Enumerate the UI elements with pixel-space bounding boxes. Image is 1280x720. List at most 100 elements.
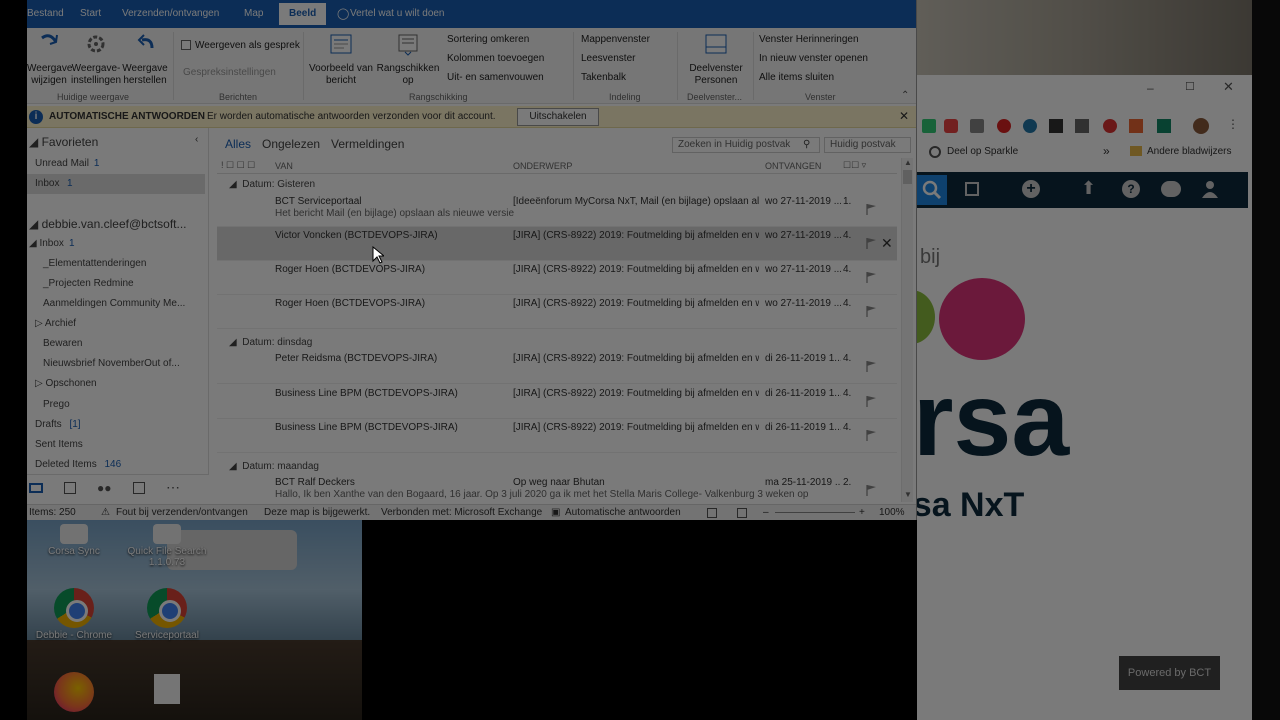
add-columns-button[interactable]: Kolommen toevoegen	[447, 53, 544, 64]
zoom-out-icon[interactable]: –	[763, 507, 769, 518]
flag-icon[interactable]	[865, 305, 877, 317]
flag-icon[interactable]	[865, 429, 877, 441]
table-row[interactable]: BCT Ralf Deckers Op weg naar Bhutan ma 2…	[217, 474, 897, 508]
desktop-icon-corsa-sync[interactable]: Corsa Sync	[29, 524, 119, 557]
reverse-sort-button[interactable]: Sortering omkeren	[447, 34, 529, 45]
table-row[interactable]: Business Line BPM (BCTDEVOPS-JIRA) [JIRA…	[217, 419, 897, 453]
expand-collapse-button[interactable]: Uit- en samenvouwen	[447, 72, 544, 83]
column-subject[interactable]: ONDERWERP	[513, 161, 572, 171]
favorites-header[interactable]: ◢ Favorieten	[29, 135, 98, 149]
collapse-pane-icon[interactable]: ‹	[195, 134, 198, 145]
flag-icon[interactable]	[865, 271, 877, 283]
close-infobar-icon[interactable]: ✕	[899, 109, 909, 123]
reading-view-icon[interactable]	[737, 508, 747, 518]
tab-folder[interactable]: Map	[244, 8, 263, 19]
folder-deleted[interactable]: Deleted Items 146	[35, 459, 121, 470]
reminders-window-button[interactable]: Venster Herinneringen	[759, 34, 859, 45]
calendar-icon[interactable]	[64, 482, 76, 494]
folder-unread-mail[interactable]: Unread Mail 1	[35, 158, 99, 169]
profile-avatar[interactable]	[1193, 118, 1209, 134]
help-icon[interactable]: ?	[1122, 180, 1140, 198]
status-auto-reply[interactable]: Automatische antwoorden	[565, 507, 681, 518]
bookmark-sparkle[interactable]: Deel op Sparkle	[947, 146, 1018, 157]
filter-all[interactable]: Alles	[225, 137, 251, 151]
folder-item[interactable]: Nieuwsbrief NovemberOut of...	[43, 358, 180, 369]
conversation-settings-button[interactable]: Gespreksinstellingen	[183, 67, 276, 78]
desktop-icon-quick-file-search[interactable]: Quick File Search 1.1.0.73	[122, 524, 212, 568]
folder-inbox-fav[interactable]: Inbox 1	[27, 174, 205, 194]
close-all-items-button[interactable]: Alle items sluiten	[759, 72, 834, 83]
show-conversation-checkbox[interactable]	[181, 40, 191, 50]
upload-icon[interactable]: ⬆	[1081, 178, 1096, 199]
desktop-icon-serviceportaal[interactable]: Serviceportaal	[122, 588, 212, 641]
flag-icon[interactable]	[865, 395, 877, 407]
tasks-icon[interactable]	[133, 482, 145, 494]
column-received[interactable]: ONTVANGEN	[765, 161, 821, 171]
search-icon[interactable]	[917, 175, 947, 205]
folder-item[interactable]: Prego	[43, 399, 70, 410]
desktop-icon-file[interactable]	[122, 674, 212, 706]
more-icon[interactable]: ⋯	[166, 479, 180, 496]
folder-pane-button[interactable]: Mappenvenster	[581, 34, 650, 45]
tab-file[interactable]: Bestand	[27, 8, 64, 19]
todo-bar-button[interactable]: Takenbalk	[581, 72, 626, 83]
powered-badge[interactable]: Powered by BCT	[1119, 656, 1220, 690]
bookmark-other[interactable]: Andere bladwijzers	[1147, 146, 1232, 157]
flag-icon[interactable]	[865, 237, 877, 249]
view-settings-button[interactable]: Weergave-instellingen	[71, 32, 121, 87]
search-scope-dropdown[interactable]: Huidig postvak	[824, 137, 911, 153]
message-list-scrollbar[interactable]: ▲ ▼	[901, 158, 913, 502]
folder-drafts[interactable]: Drafts [1]	[35, 419, 81, 430]
scroll-down-icon[interactable]: ▼	[904, 490, 912, 499]
desktop-icon-firefox[interactable]	[29, 672, 119, 714]
people-icon[interactable]: ●●	[97, 481, 112, 495]
search-icon[interactable]: ⚲	[803, 139, 810, 150]
table-row[interactable]: BCT Serviceportaal [Ideeënforum MyCorsa …	[217, 193, 897, 227]
group-header[interactable]: ◢ Datum: Gisteren	[229, 179, 315, 190]
account-header[interactable]: ◢ debbie.van.cleef@bctsoft...	[29, 217, 187, 231]
disable-auto-reply-button[interactable]: Uitschakelen	[517, 108, 599, 126]
extension-icon[interactable]	[1049, 119, 1063, 133]
people-pane-button[interactable]: Deelvenster Personen	[681, 32, 751, 87]
extension-icon[interactable]	[1075, 119, 1089, 133]
table-row[interactable]: Roger Hoen (BCTDEVOPS-JIRA) [JIRA] (CRS-…	[217, 295, 897, 329]
extension-icon[interactable]	[944, 119, 958, 133]
plus-icon[interactable]: +	[1022, 180, 1040, 198]
message-preview-button[interactable]: Voorbeeld van bericht	[307, 32, 375, 87]
table-row[interactable]: Business Line BPM (BCTDEVOPS-JIRA) [JIRA…	[217, 385, 897, 419]
flag-icon[interactable]	[865, 484, 877, 496]
group-header[interactable]: ◢ Datum: maandag	[229, 461, 319, 472]
zoom-slider[interactable]	[775, 512, 855, 513]
scroll-up-icon[interactable]: ▲	[904, 158, 912, 167]
extension-icon[interactable]	[997, 119, 1011, 133]
reading-pane-button[interactable]: Leesvenster	[581, 53, 635, 64]
folder-archive[interactable]: ▷ Archief	[35, 318, 76, 329]
normal-view-icon[interactable]	[707, 508, 717, 518]
folder-item[interactable]: _Elementattenderingen	[43, 258, 146, 269]
arrange-by-button[interactable]: Rangschikken op	[375, 32, 441, 87]
folder-item[interactable]: _Projecten Redmine	[43, 278, 134, 289]
table-row[interactable]: Peter Reidsma (BCTDEVOPS-JIRA) [JIRA] (C…	[217, 350, 897, 384]
chevron-right-icon[interactable]: »	[1103, 144, 1110, 158]
extension-icon[interactable]	[922, 119, 936, 133]
search-input[interactable]: Zoeken in Huidig postvak	[672, 137, 820, 153]
desktop-icon-chrome[interactable]: Debbie - Chrome	[29, 588, 119, 641]
maximize-icon[interactable]: ☐	[1185, 80, 1195, 93]
mail-icon[interactable]	[29, 483, 43, 493]
group-header[interactable]: ◢ Datum: dinsdag	[229, 337, 312, 348]
tell-me-input[interactable]: Vertel wat u wilt doen	[350, 8, 445, 19]
change-view-button[interactable]: Weergave wijzigen	[27, 32, 72, 87]
folder-item[interactable]: Bewaren	[43, 338, 82, 349]
user-icon[interactable]	[1202, 180, 1218, 198]
close-icon[interactable]: ✕	[1223, 79, 1234, 95]
tab-send-receive[interactable]: Verzenden/ontvangen	[122, 8, 219, 19]
filter-mentions[interactable]: Vermeldingen	[331, 137, 404, 151]
chat-icon[interactable]	[1161, 181, 1181, 197]
extension-icon[interactable]	[970, 119, 984, 133]
menu-icon[interactable]: ⋮	[1227, 117, 1239, 131]
extension-icon[interactable]	[1023, 119, 1037, 133]
reset-view-button[interactable]: Weergave herstellen	[121, 32, 169, 87]
tab-home[interactable]: Start	[80, 8, 101, 19]
flag-icon[interactable]	[865, 360, 877, 372]
open-new-window-button[interactable]: In nieuw venster openen	[759, 53, 868, 64]
